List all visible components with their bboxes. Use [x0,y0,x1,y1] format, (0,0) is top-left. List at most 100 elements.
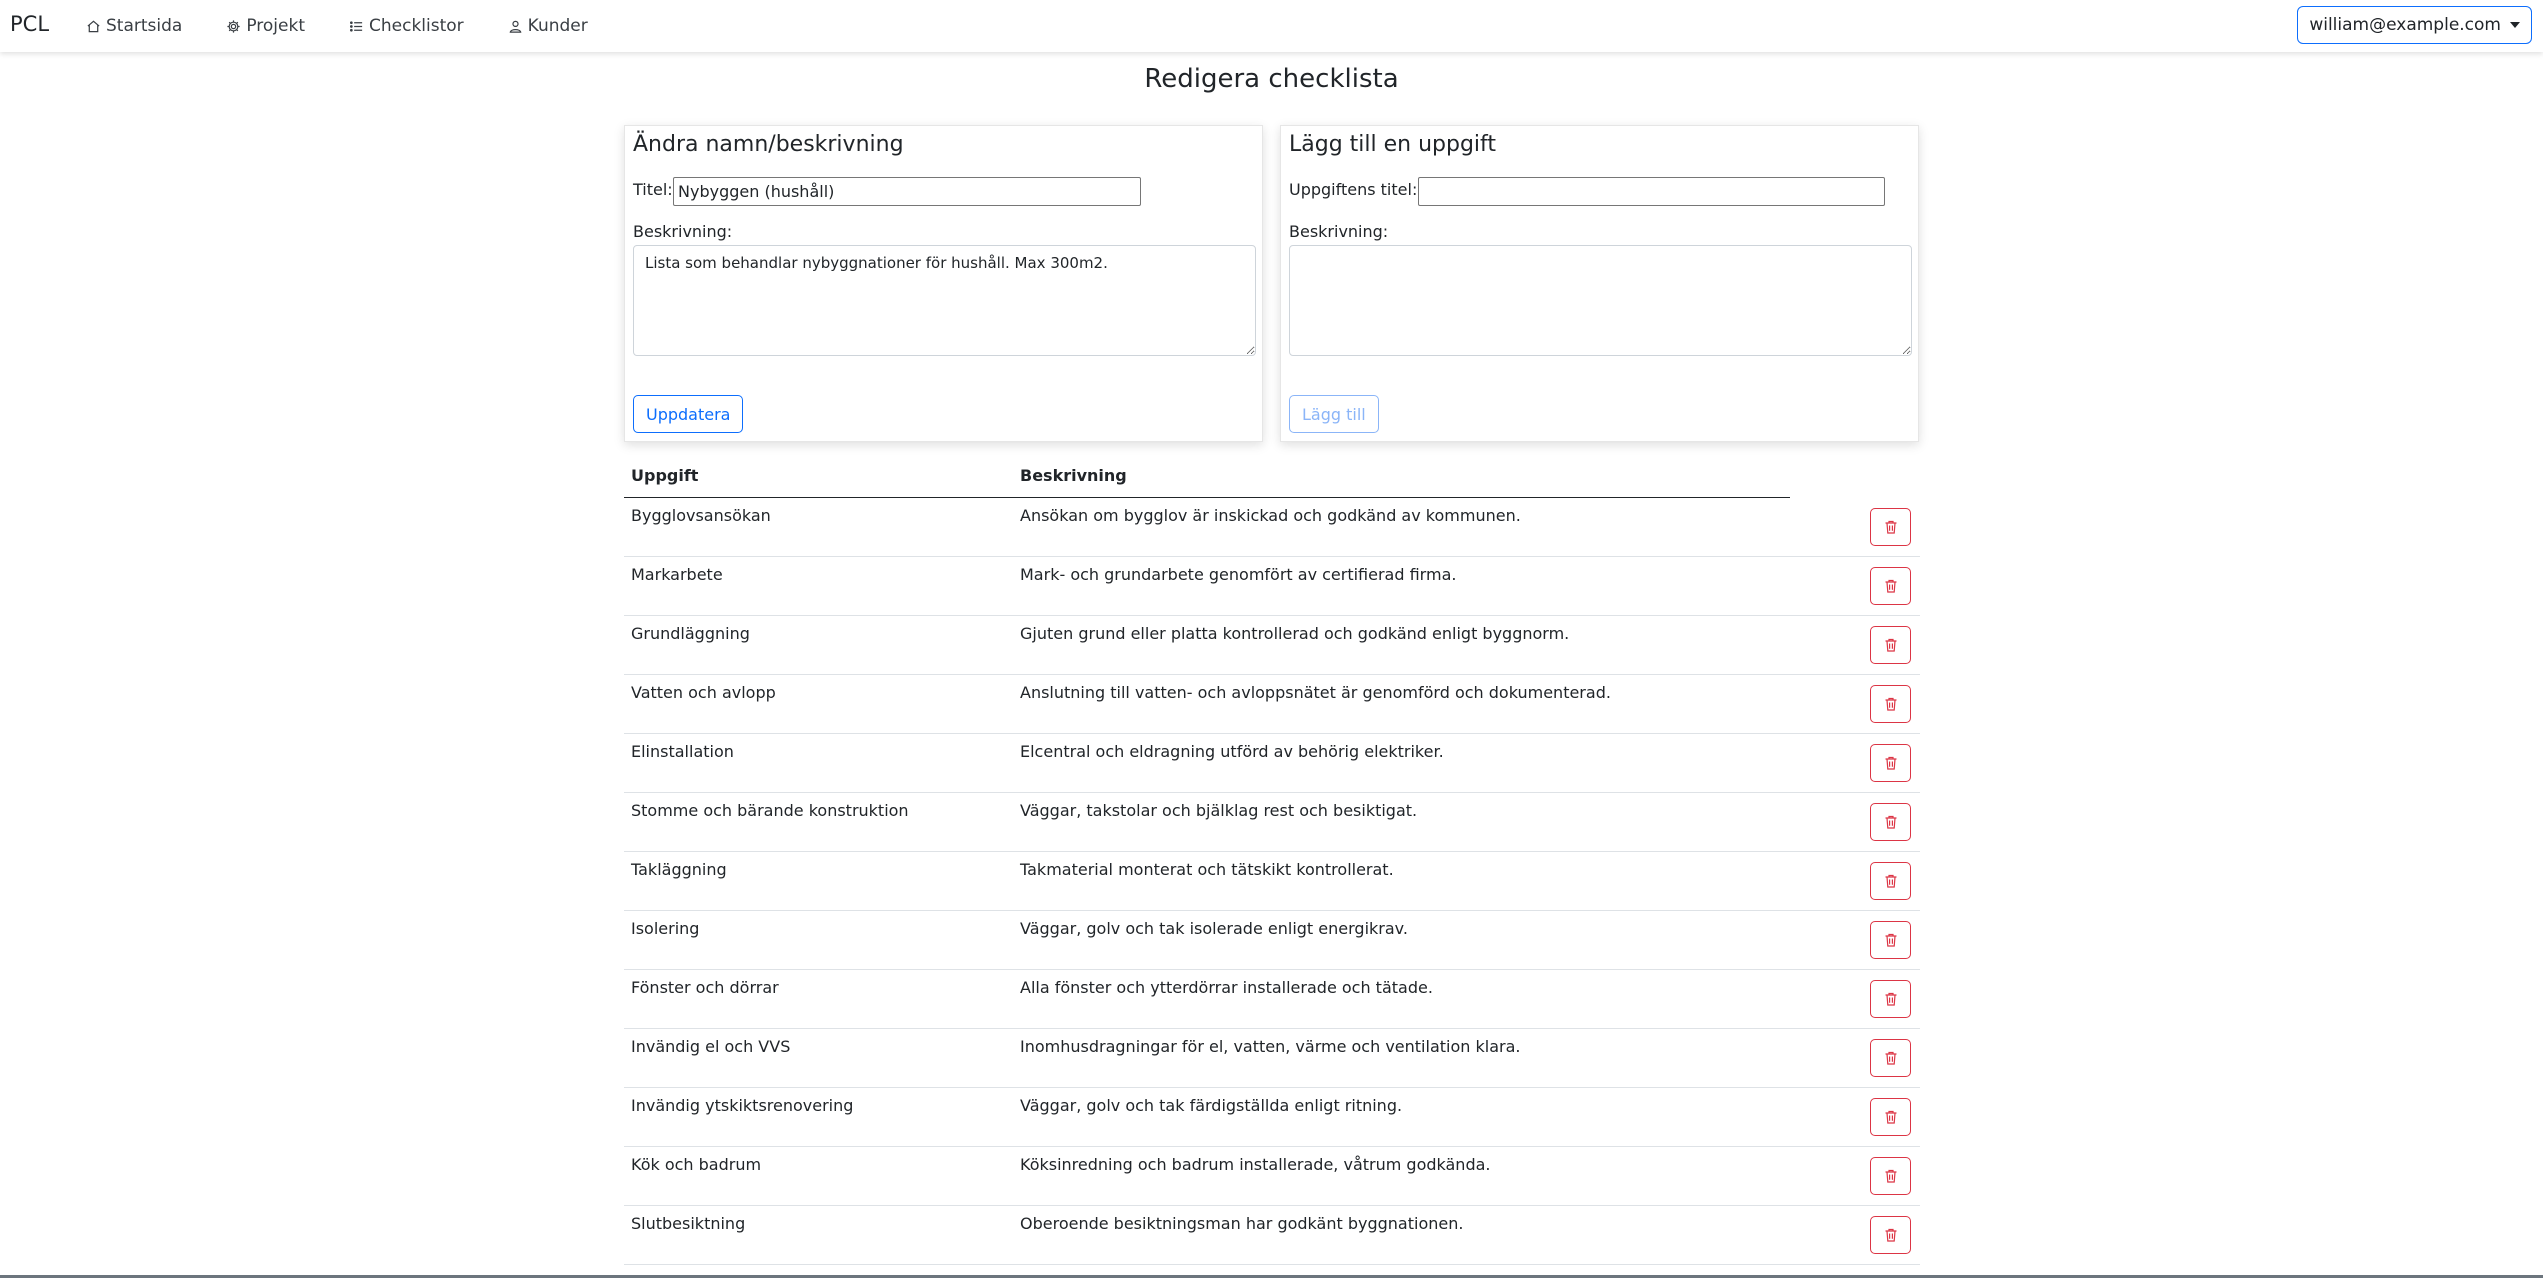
delete-task-button[interactable] [1870,862,1911,900]
delete-task-button[interactable] [1870,1216,1911,1254]
task-description: Väggar, golv och tak färdigställda enlig… [1020,1096,1403,1115]
top-navbar: PCL Startsida Projekt Checklistor Kunder… [0,0,2543,52]
task-name: Grundläggning [631,624,750,643]
delete-task-button[interactable] [1870,980,1911,1018]
list-icon [349,20,363,32]
table-row: Invändig ytskiktsrenovering Väggar, golv … [624,1088,1920,1147]
task-name: Invändig ytskiktsrenovering [631,1096,854,1115]
task-name: Fönster och dörrar [631,978,779,997]
nav-link-label: Projekt [246,16,305,36]
nav-link-label: Kunder [527,16,588,36]
nav-link-startsida[interactable]: Startsida [86,16,182,36]
task-title-input[interactable] [1418,177,1885,206]
task-description: Oberoende besiktningsman har godkänt byg… [1020,1214,1464,1233]
table-row: Markarbete Mark- och grundarbete genomför… [624,557,1920,616]
title-label: Titel: [633,180,673,199]
table-body: Bygglovsansökan Ansökan om bygglov är ins… [624,498,1920,1265]
nav-link-label: Startsida [106,16,183,36]
trash-icon [1885,874,1896,888]
task-name: Vatten och avlopp [631,683,776,702]
header-task: Uppgift [631,466,699,485]
task-name: Markarbete [631,565,723,584]
task-description: Mark- och grundarbete genomfört av certi… [1020,565,1457,584]
trash-icon [1885,1110,1896,1124]
trash-icon [1885,1051,1896,1065]
trash-icon [1885,697,1896,711]
trash-icon [1885,520,1896,534]
delete-task-button[interactable] [1870,685,1911,723]
delete-task-button[interactable] [1870,1098,1911,1136]
caret-down-icon [2510,22,2520,28]
task-description: Väggar, takstolar och bjälklag rest och … [1020,801,1418,820]
table-header: Uppgift Beskrivning [624,456,1790,498]
task-description-label: Beskrivning: [1289,222,1389,241]
description-textarea[interactable]: Lista som behandlar nybyggnationer för h… [633,245,1256,356]
task-description: Ansökan om bygglov är inskickad och godk… [1020,506,1521,525]
description-label: Beskrivning: [633,222,733,241]
gear-icon [227,19,240,33]
edit-checklist-card: Ändra namn/beskrivning Titel: Beskrivnin… [624,125,1263,442]
table-row: Fönster och dörrar Alla fönster och ytter… [624,970,1920,1029]
table-row: Takläggning Takmaterial monterat och täts… [624,852,1920,911]
task-description-textarea[interactable] [1289,245,1912,356]
add-card-heading: Lägg till en uppgift [1289,132,1497,157]
person-icon [509,20,522,33]
edit-card-heading: Ändra namn/beskrivning [633,132,904,157]
add-task-button[interactable]: Lägg till [1289,395,1379,433]
task-name: Invändig el och VVS [631,1037,791,1056]
task-name: Isolering [631,919,700,938]
user-dropdown[interactable]: william@example.com [2297,6,2532,44]
nav-link-kunder[interactable]: Kunder [508,16,588,36]
table-row: Invändig el och VVS Inomhusdragningar för… [624,1029,1920,1088]
task-description: Takmaterial monterat och tätskikt kontro… [1020,860,1394,879]
table-row: Kök och badrum Köksinredning och badrum i… [624,1147,1920,1206]
title-input[interactable] [673,177,1141,206]
delete-task-button[interactable] [1870,567,1911,605]
delete-task-button[interactable] [1870,1157,1911,1195]
header-description: Beskrivning [1020,466,1127,485]
delete-task-button[interactable] [1870,803,1911,841]
trash-icon [1885,1228,1896,1242]
trash-icon [1885,756,1896,770]
table-row: Stomme och bärande konstruktion Väggar, t… [624,793,1920,852]
user-email: william@example.com [2309,15,2501,35]
delete-task-button[interactable] [1870,744,1911,782]
task-title-label: Uppgiftens titel: [1289,180,1418,199]
task-name: Takläggning [631,860,727,879]
task-table: Uppgift Beskrivning Bygglovsansökan Ansök… [624,456,1920,1265]
delete-task-button[interactable] [1870,626,1911,664]
trash-icon [1885,933,1896,947]
task-description: Köksinredning och badrum installerade, v… [1020,1155,1491,1174]
task-name: Slutbesiktning [631,1214,746,1233]
trash-icon [1885,1169,1896,1183]
table-row: Grundläggning Gjuten grund eller platta k… [624,616,1920,675]
task-description: Väggar, golv och tak isolerade enligt en… [1020,919,1408,938]
nav-link-projekt[interactable]: Projekt [226,16,305,36]
trash-icon [1885,579,1896,593]
page-title: Redigera checklista [1144,64,1399,94]
task-description: Gjuten grund eller platta kontrollerad o… [1020,624,1570,643]
delete-task-button[interactable] [1870,1039,1911,1077]
delete-task-button[interactable] [1870,921,1911,959]
table-row: Vatten och avlopp Anslutning till vatten-… [624,675,1920,734]
house-icon [87,20,100,32]
task-name: Elinstallation [631,742,734,761]
task-name: Kök och badrum [631,1155,762,1174]
nav-link-checklistor[interactable]: Checklistor [349,16,464,36]
trash-icon [1885,992,1896,1006]
trash-icon [1885,815,1896,829]
table-row: Isolering Väggar, golv och tak isolerade … [624,911,1920,970]
task-name: Bygglovsansökan [631,506,771,525]
task-name: Stomme och bärande konstruktion [631,801,909,820]
brand-logo[interactable]: PCL [10,12,49,36]
nav-link-label: Checklistor [369,16,464,36]
update-button[interactable]: Uppdatera [633,395,744,433]
nav-links: Startsida Projekt Checklistor Kunder [86,0,632,52]
task-description: Anslutning till vatten- och avloppsnätet… [1020,683,1611,702]
add-task-card: Lägg till en uppgift Uppgiftens titel: B… [1280,125,1919,442]
delete-task-button[interactable] [1870,508,1911,546]
task-description: Alla fönster och ytterdörrar installerad… [1020,978,1433,997]
table-row: Slutbesiktning Oberoende besiktningsman h… [624,1206,1920,1265]
trash-icon [1885,638,1896,652]
task-description: Elcentral och eldragning utförd av behör… [1020,742,1444,761]
